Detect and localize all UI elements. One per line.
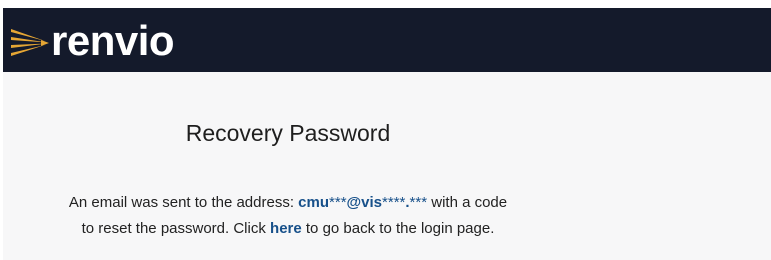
page-title: Recovery Password: [185, 120, 391, 146]
message-prefix: An email was sent to the address:: [68, 194, 294, 211]
header-bar: renvio: [3, 8, 771, 72]
email-part-1: cmu: [298, 194, 330, 211]
brand-logo[interactable]: renvio: [11, 17, 175, 64]
email-mask-1: ***: [329, 194, 347, 211]
renvio-sunburst-icon: [11, 29, 49, 56]
message-line2-suffix: to go back to the login page.: [305, 220, 495, 237]
main-panel: Recovery Password An email was sent to t…: [3, 72, 771, 260]
page: renvio Recovery Password An email was se…: [0, 0, 771, 260]
message-line2-prefix: to reset the password. Click: [81, 220, 266, 237]
masked-email: cmu***@vis****.***: [298, 194, 427, 211]
brand-name: renvio: [51, 17, 175, 64]
recovery-message: An email was sent to the address: cmu***…: [3, 190, 573, 242]
email-part-2: @vis: [346, 194, 383, 211]
back-to-login-link[interactable]: here: [270, 220, 302, 237]
email-mask-2: ****: [382, 194, 406, 211]
email-mask-3: ***: [409, 194, 428, 211]
message-line1-suffix: with a code: [431, 194, 508, 211]
